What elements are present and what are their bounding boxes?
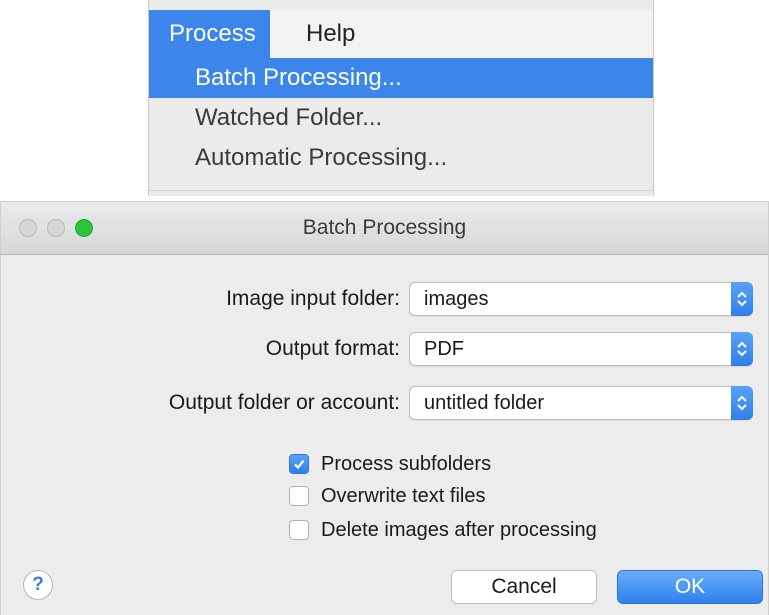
menu-process[interactable]: Process [149,10,270,58]
overwrite-text-files-label: Overwrite text files [321,485,486,507]
process-subfolders-label: Process subfolders [321,453,492,475]
select-stepper-icon [731,386,753,420]
output-format-value: PDF [424,338,464,360]
menu-item-watched-folder[interactable]: Watched Folder... [149,98,653,138]
select-stepper-icon [731,332,753,366]
help-button[interactable]: ? [23,570,53,600]
menu-help[interactable]: Help [294,10,367,58]
input-folder-value: images [424,288,489,310]
process-menu: Process Help Batch Processing... Watched… [148,0,654,196]
process-subfolders-checkbox[interactable] [289,454,309,474]
cancel-button[interactable]: Cancel [451,570,597,604]
output-format-label: Output format: [265,337,400,360]
menu-item-batch-processing[interactable]: Batch Processing... [149,58,653,98]
title-bar: Batch Processing [1,202,768,255]
output-folder-select[interactable]: untitled folder [409,386,753,420]
menu-bar: Process Help [149,10,653,59]
output-folder-label: Output folder or account: [168,391,400,414]
delete-images-checkbox[interactable] [289,520,309,540]
menu-separator [149,190,653,191]
menu-item-automatic-processing[interactable]: Automatic Processing... [149,138,653,178]
delete-images-label: Delete images after processing [321,519,597,541]
ok-button[interactable]: OK [617,570,763,604]
overwrite-text-files-checkbox[interactable] [289,486,309,506]
window-title: Batch Processing [302,216,467,239]
output-folder-value: untitled folder [424,392,545,414]
input-folder-label: Image input folder: [226,287,400,310]
input-folder-select[interactable]: images [409,282,753,316]
output-format-select[interactable]: PDF [409,332,753,366]
batch-processing-dialog: Batch Processing Image input folder: ima… [0,201,769,615]
select-stepper-icon [731,282,753,316]
